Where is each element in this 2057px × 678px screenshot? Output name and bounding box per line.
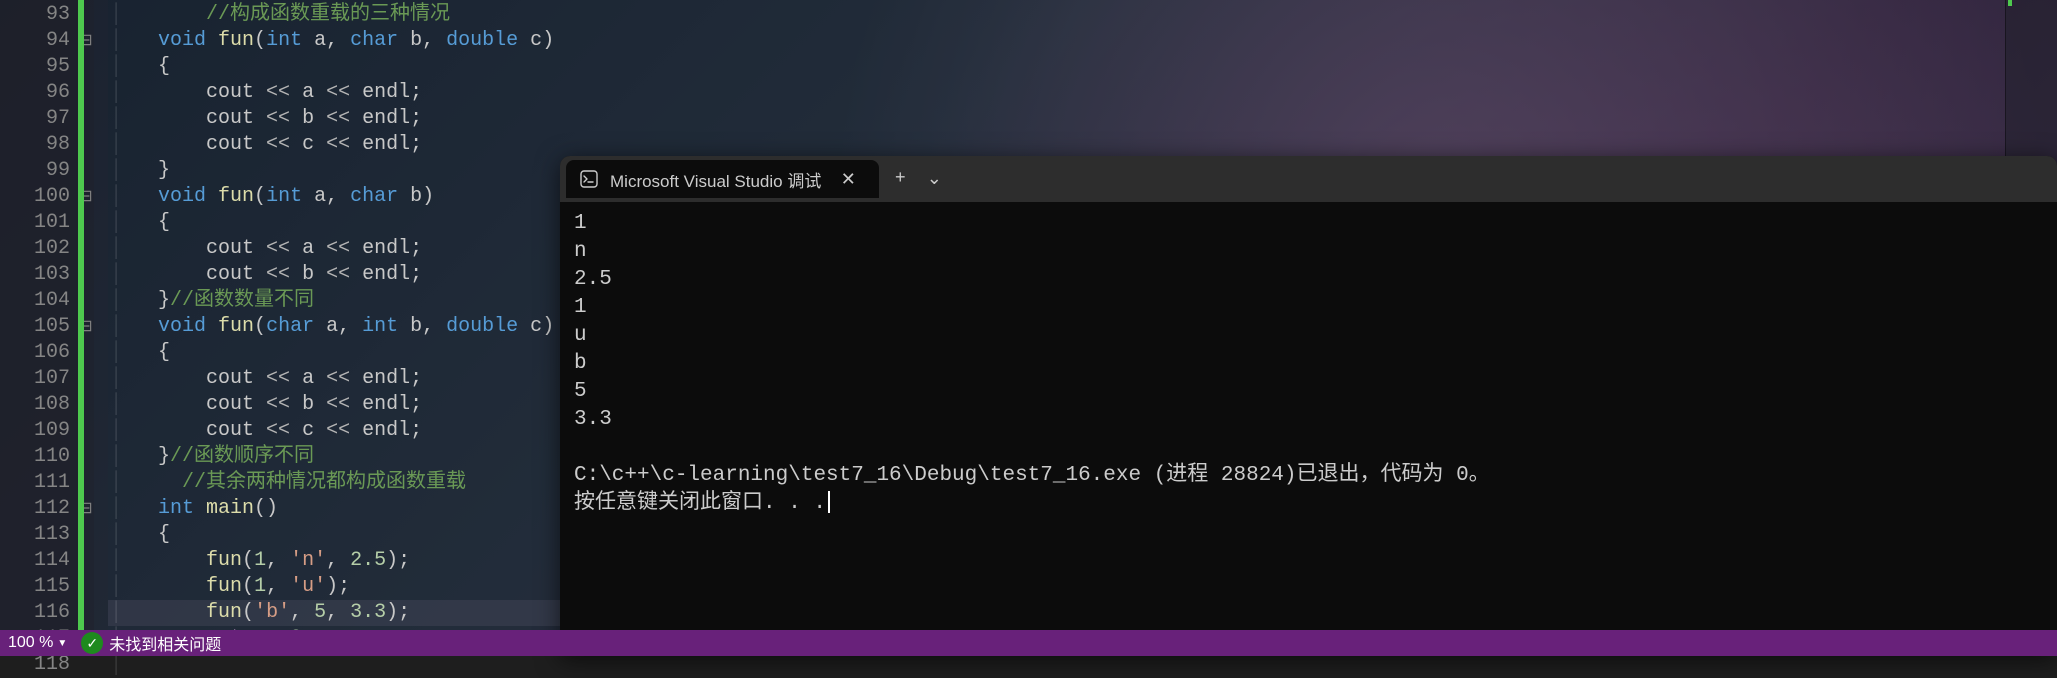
issues-text[interactable]: 未找到相关问题 xyxy=(109,631,221,655)
indent-margin xyxy=(94,0,108,656)
terminal-tab[interactable]: Microsoft Visual Studio 调试 ✕ xyxy=(566,160,879,198)
code-line[interactable]: │ cout << c << endl; xyxy=(108,132,2057,158)
line-number: 102 xyxy=(0,236,78,262)
zoom-level[interactable]: 100 % xyxy=(8,634,53,652)
code-line[interactable]: │ void fun(int a, char b, double c) xyxy=(108,28,2057,54)
line-number: 95 xyxy=(0,54,78,80)
line-number: 97 xyxy=(0,106,78,132)
line-number: 98 xyxy=(0,132,78,158)
line-number: 94 xyxy=(0,28,78,54)
code-line[interactable]: │ { xyxy=(108,54,2057,80)
line-number: 99 xyxy=(0,158,78,184)
terminal-output[interactable]: 1 n 2.5 1 u b 5 3.3 C:\c++\c-learning\te… xyxy=(560,202,2057,656)
line-number: 93 xyxy=(0,2,78,28)
code-line[interactable]: │ //构成函数重载的三种情况 xyxy=(108,2,2057,28)
terminal-titlebar[interactable]: Microsoft Visual Studio 调试 ✕ + ⌄ xyxy=(560,156,2057,202)
tab-dropdown-button[interactable]: ⌄ xyxy=(917,162,951,196)
line-number: 100 xyxy=(0,184,78,210)
line-number: 111 xyxy=(0,470,78,496)
line-number: 115 xyxy=(0,574,78,600)
change-indicator-bar xyxy=(78,0,84,656)
code-line[interactable]: │ cout << a << endl; xyxy=(108,80,2057,106)
line-number: 106 xyxy=(0,340,78,366)
cmd-icon xyxy=(578,168,600,190)
terminal-window[interactable]: Microsoft Visual Studio 调试 ✕ + ⌄ 1 n 2.5… xyxy=(560,156,2057,656)
line-number: 113 xyxy=(0,522,78,548)
line-number-gutter: 9394959697989910010110210310410510610710… xyxy=(0,0,78,656)
status-bar[interactable]: 100 % ▼ ✓ 未找到相关问题 xyxy=(0,630,2057,656)
scrollbar-change-mark xyxy=(2008,0,2012,6)
close-tab-button[interactable]: ✕ xyxy=(831,162,865,196)
line-number: 101 xyxy=(0,210,78,236)
line-number: 105 xyxy=(0,314,78,340)
line-number: 110 xyxy=(0,444,78,470)
zoom-chevron-icon[interactable]: ▼ xyxy=(57,638,67,649)
line-number: 96 xyxy=(0,80,78,106)
line-number: 114 xyxy=(0,548,78,574)
plus-icon: + xyxy=(895,169,906,189)
line-number: 112 xyxy=(0,496,78,522)
line-number: 108 xyxy=(0,392,78,418)
new-tab-button[interactable]: + xyxy=(883,162,917,196)
close-icon: ✕ xyxy=(841,169,856,190)
line-number: 104 xyxy=(0,288,78,314)
terminal-cursor xyxy=(828,491,830,513)
line-number: 103 xyxy=(0,262,78,288)
line-number: 109 xyxy=(0,418,78,444)
no-issues-icon: ✓ xyxy=(81,632,103,654)
line-number: 107 xyxy=(0,366,78,392)
terminal-tab-title: Microsoft Visual Studio 调试 xyxy=(610,167,821,192)
code-line[interactable]: │ cout << b << endl; xyxy=(108,106,2057,132)
line-number: 116 xyxy=(0,600,78,626)
chevron-down-icon: ⌄ xyxy=(927,168,942,190)
